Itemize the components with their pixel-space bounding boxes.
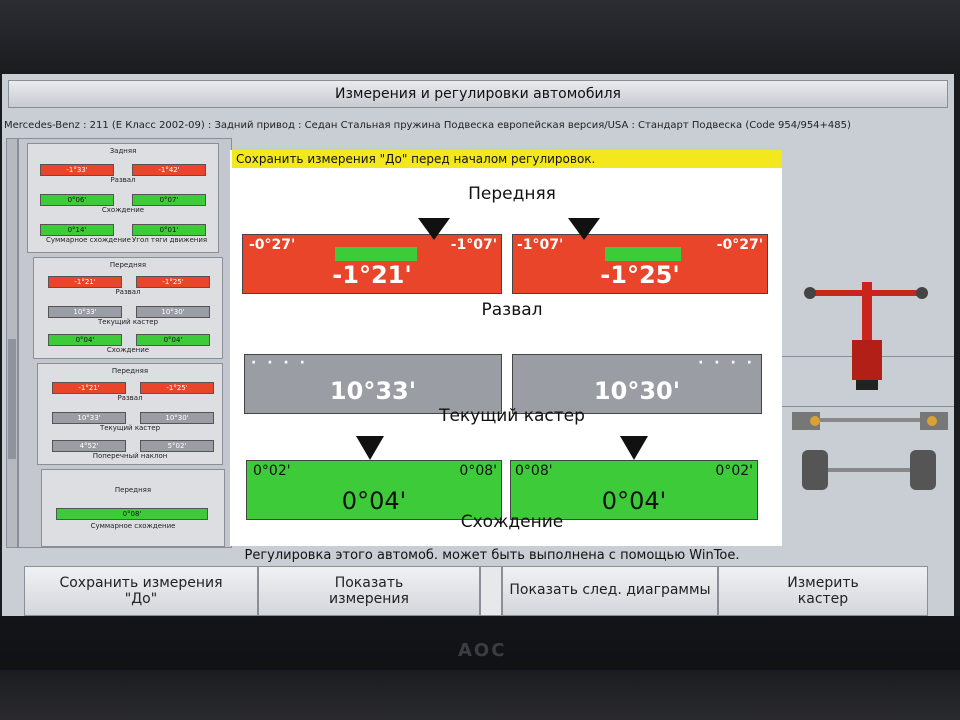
- caster-right-dots: · · · ·: [698, 355, 755, 371]
- thumb-camber-left: -1°33': [40, 164, 114, 176]
- thumb-camber-left: -1°21': [52, 382, 126, 394]
- toe-label: Схождение: [460, 512, 564, 532]
- status-message: Регулировка этого автомоб. может быть вы…: [244, 548, 740, 563]
- thumb-toe-right: 0°04': [136, 334, 210, 346]
- toe-left-min: 0°02': [253, 463, 291, 479]
- caster-left-bar: · · · · 10°33': [244, 354, 502, 414]
- thumb-caster-right: 10°30': [140, 412, 214, 424]
- toe-right-bar: 0°08' 0°02' 0°04': [510, 460, 758, 520]
- thumb-label: Поперечный наклон: [92, 452, 168, 460]
- show-button-line1: Показать: [334, 575, 404, 591]
- toe-left-max: 0°08': [459, 463, 497, 479]
- camber-right-bar: -1°07' -0°27' -1°25': [512, 234, 768, 294]
- monitor-brand-logo: AOC: [458, 640, 507, 661]
- thumbnail-rear[interactable]: Задняя -1°33' -1°42' Развал 0°06' 0°07' …: [27, 143, 219, 253]
- save-before-button[interactable]: Сохранить измерения "До": [24, 566, 258, 616]
- thumb-total-label: Суммарное схождение: [46, 236, 131, 244]
- camber-left-max: -1°07': [450, 237, 497, 253]
- thumb-caster-right: 10°30': [136, 306, 210, 318]
- toe-left-bar: 0°02' 0°08' 0°04': [246, 460, 502, 520]
- thumbnail-front-sai[interactable]: Передняя -1°21' -1°25' Развал 10°33' 10°…: [37, 363, 223, 465]
- thumbnail-front-total-toe[interactable]: Передняя 0°08' Суммарное схождение: [41, 469, 225, 547]
- thumb-toe-right: 0°07': [132, 194, 206, 206]
- camber-right-pointer-icon: [568, 218, 600, 240]
- app-screen: Измерения и регулировки автомобиля Merce…: [2, 74, 954, 618]
- caster-right-bar: · · · · 10°30': [512, 354, 762, 414]
- thumb-label: Развал: [117, 394, 143, 402]
- camber-right-value: -1°25': [600, 261, 680, 289]
- camber-left-min: -0°27': [249, 237, 296, 253]
- thumb-label: Развал: [115, 288, 141, 296]
- caster-left-value: 10°33': [329, 377, 417, 405]
- scrollbar-thumb[interactable]: [8, 339, 16, 459]
- camber-left-green-zone: [335, 247, 417, 261]
- button-separator: [480, 566, 502, 616]
- thumb-label: Развал: [110, 176, 136, 184]
- thumb-label: Суммарное схождение: [90, 522, 176, 530]
- caster-right-value: 10°30': [593, 377, 681, 405]
- camber-right-max: -0°27': [716, 237, 763, 253]
- equipment-illustration: [782, 150, 954, 546]
- toe-left-value: 0°04': [341, 487, 407, 515]
- sidebar-scrollbar[interactable]: [6, 138, 18, 548]
- camber-right-green-zone: [605, 247, 681, 261]
- thumb-label: Схождение: [106, 346, 150, 354]
- next-diagrams-button[interactable]: Показать след. диаграммы: [502, 566, 718, 616]
- measure-caster-button[interactable]: Измерить кастер: [718, 566, 928, 616]
- thumbnail-front-summary[interactable]: Передняя -1°21' -1°25' Развал 10°33' 10°…: [33, 257, 223, 359]
- camber-label: Развал: [481, 300, 543, 320]
- thumb-camber-right: -1°25': [140, 382, 214, 394]
- caster-button-line2: кастер: [797, 591, 849, 607]
- save-button-line2: "До": [124, 591, 158, 607]
- caster-left-dots: · · · ·: [251, 355, 308, 371]
- button-bar: Сохранить измерения "До" Показать измере…: [24, 566, 928, 616]
- camber-left-bar: -0°27' -1°07' -1°21': [242, 234, 502, 294]
- thumb-camber-left: -1°21': [48, 276, 122, 288]
- monitor-bezel-top: [0, 0, 960, 70]
- thumb-total-toe: 0°14': [40, 224, 114, 236]
- desk-background: [0, 670, 960, 720]
- thumb-label: Текущий кастер: [99, 424, 161, 432]
- camber-right-min: -1°07': [517, 237, 564, 253]
- toe-right-value: 0°04': [601, 487, 667, 515]
- thumb-title: Передняя: [109, 261, 147, 269]
- toe-right-max: 0°02': [715, 463, 753, 479]
- save-button-line1: Сохранить измерения: [59, 575, 223, 591]
- thumb-camber-right: -1°25': [136, 276, 210, 288]
- thumb-sai-left: 4°52': [52, 440, 126, 452]
- thumb-title: Передняя: [111, 367, 149, 375]
- thumb-label: Текущий кастер: [97, 318, 159, 326]
- thumb-title: Передняя: [114, 486, 152, 494]
- aligner-machine-icon: [792, 282, 948, 490]
- thumb-caster-left: 10°33': [52, 412, 126, 424]
- caster-label: Текущий кастер: [439, 406, 585, 426]
- thumb-thrust: 0°01': [132, 224, 206, 236]
- thumb-label: Схождение: [101, 206, 145, 214]
- thumb-camber-right: -1°42': [132, 164, 206, 176]
- thumb-total-toe: 0°08': [56, 508, 208, 520]
- diagram-thumbnail-list: Задняя -1°33' -1°42' Развал 0°06' 0°07' …: [18, 138, 232, 548]
- toe-right-pointer-icon: [620, 436, 648, 460]
- camber-left-pointer-icon: [418, 218, 450, 240]
- caster-button-line1: Измерить: [787, 575, 859, 591]
- thumb-thrust-label: Угол тяги движения: [132, 236, 208, 244]
- show-measurements-button[interactable]: Показать измерения: [258, 566, 480, 616]
- window-title: Измерения и регулировки автомобиля: [8, 80, 948, 108]
- front-axle-title: Передняя: [468, 184, 556, 204]
- thumb-sai-right: 5°02': [140, 440, 214, 452]
- thumb-toe-left: 0°04': [48, 334, 122, 346]
- toe-right-min: 0°08': [515, 463, 553, 479]
- thumb-caster-left: 10°33': [48, 306, 122, 318]
- thumb-title: Задняя: [109, 147, 137, 155]
- toe-left-pointer-icon: [356, 436, 384, 460]
- camber-left-value: -1°21': [332, 261, 412, 289]
- show-button-line2: измерения: [329, 591, 409, 607]
- next-diagrams-label: Показать след. диаграммы: [509, 582, 711, 598]
- save-before-banner: Сохранить измерения "До" перед началом р…: [232, 150, 784, 168]
- thumb-toe-left: 0°06': [40, 194, 114, 206]
- vehicle-spec-line: Mercedes-Benz : 211 (E Класс 2002-09) : …: [4, 120, 851, 131]
